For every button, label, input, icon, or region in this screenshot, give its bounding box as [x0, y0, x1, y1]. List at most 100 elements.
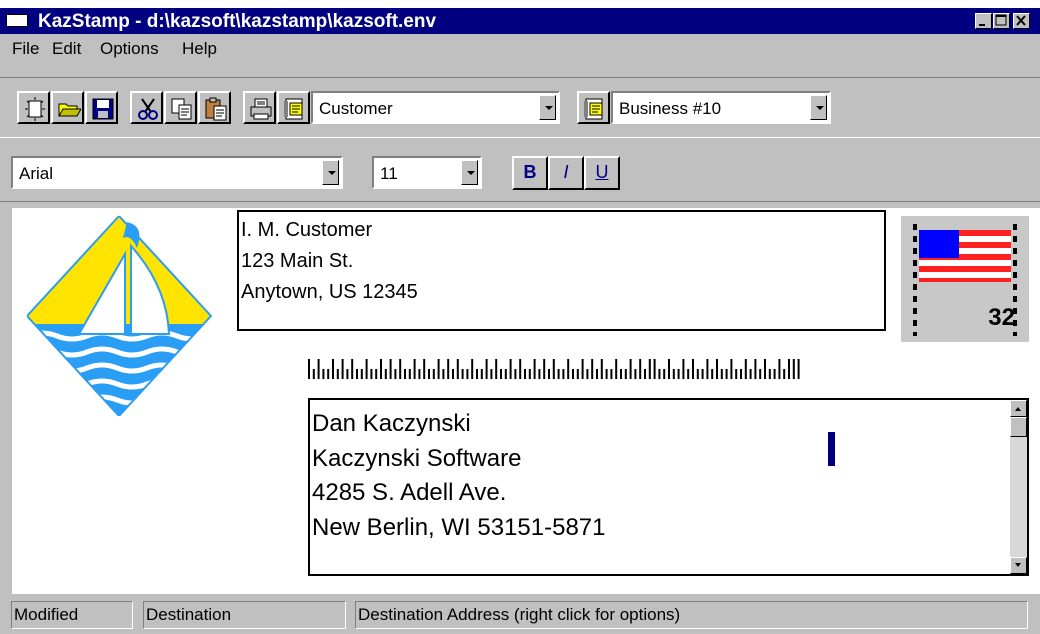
font-name-select[interactable]: Arial [11, 156, 343, 189]
barcode-bar [562, 369, 565, 379]
address-type-dropdown-button[interactable] [539, 95, 556, 120]
barcode-bar [404, 369, 406, 379]
barcode-bar [687, 369, 690, 379]
barcode-bar [351, 359, 354, 379]
barcode-bar [692, 359, 694, 379]
print-button[interactable] [243, 91, 276, 124]
barcode-bar [600, 359, 603, 379]
barcode-bar [543, 359, 546, 379]
barcode-bar [437, 359, 440, 379]
barcode-bar [476, 369, 478, 379]
barcode-bar [394, 369, 397, 379]
postage-stamp[interactable]: 32 [901, 216, 1029, 342]
menu-bar: File Edit Options Help [0, 34, 1040, 62]
save-button[interactable] [85, 91, 118, 124]
paste-button[interactable] [198, 91, 231, 124]
barcode-bar [461, 369, 464, 379]
title-bar[interactable]: KazStamp - d:\kazsoft\kazstamp\kazsoft.e… [0, 8, 1040, 34]
barcode-bar [668, 359, 670, 379]
scroll-up-button[interactable] [1010, 400, 1027, 417]
return-address-line: I. M. Customer [241, 219, 373, 241]
bold-button[interactable]: B [512, 156, 548, 190]
address-book-button[interactable] [277, 91, 310, 124]
barcode-bar [548, 369, 550, 379]
barcode-bar [706, 359, 709, 379]
font-size-dropdown-button[interactable] [461, 160, 478, 185]
envelope-canvas[interactable]: I. M. Customer 123 Main St. Anytown, US … [12, 208, 1040, 594]
new-button[interactable] [17, 91, 50, 124]
menu-options[interactable]: Options [100, 39, 159, 59]
barcode-bar [384, 369, 387, 379]
barcode-bar [624, 369, 627, 379]
cut-button[interactable] [130, 91, 163, 124]
menu-file[interactable]: File [12, 39, 39, 59]
destination-address-box[interactable]: Dan Kaczynski Kaczynski Software 4285 S.… [308, 398, 1029, 576]
barcode-bar [759, 369, 762, 379]
barcode-bar [408, 369, 411, 379]
close-icon [1016, 15, 1026, 26]
menu-edit[interactable]: Edit [52, 39, 81, 59]
barcode-bar [586, 369, 589, 379]
barcode-bar [341, 359, 344, 379]
barcode-bar [456, 359, 459, 379]
status-bar: Modified Destination Destination Address… [0, 594, 1040, 634]
barcode-bar [447, 359, 450, 379]
destination-address-line: 4285 S. Adell Ave. [312, 479, 507, 506]
open-button[interactable] [51, 91, 84, 124]
envelope-setup-button[interactable] [577, 91, 610, 124]
barcode-bar [567, 359, 570, 379]
font-size-select[interactable]: 11 [372, 156, 482, 189]
menu-edit-label: Edit [52, 39, 82, 58]
italic-label: I [563, 162, 569, 182]
envelope-size-dropdown-button[interactable] [810, 95, 827, 120]
barcode-bar [485, 359, 488, 379]
barcode-bar [634, 369, 637, 379]
scroll-thumb[interactable] [1010, 417, 1027, 437]
scroll-down-button[interactable] [1010, 557, 1027, 574]
italic-button[interactable]: I [548, 156, 584, 190]
open-folder-icon [58, 103, 81, 117]
envelope-size-value: Business #10 [619, 99, 722, 118]
system-menu-icon[interactable] [6, 14, 28, 27]
window-title: KazStamp - d:\kazsoft\kazstamp\kazsoft.e… [38, 11, 437, 32]
barcode-bar [764, 359, 766, 379]
screen-top-strip [0, 0, 1040, 8]
envelope-size-select[interactable]: Business #10 [611, 91, 831, 124]
destination-vertical-scrollbar[interactable] [1010, 400, 1027, 574]
barcode-bar [653, 359, 656, 379]
close-button[interactable] [1013, 13, 1030, 29]
barcode-bar [620, 369, 622, 379]
menu-help[interactable]: Help [182, 39, 217, 59]
barcode-bar [380, 359, 382, 379]
barcode-bar [783, 369, 786, 379]
barcode-bar [480, 369, 483, 379]
barcode-bar [332, 359, 334, 379]
maximize-button[interactable] [993, 13, 1010, 29]
barcode-bar [500, 369, 502, 379]
barcode-bar [346, 369, 349, 379]
barcode-bar [658, 369, 661, 379]
underline-button[interactable]: U [584, 156, 620, 190]
minimize-icon [979, 24, 985, 26]
copy-button[interactable] [164, 91, 197, 124]
barcode-bar [644, 369, 646, 379]
copy-icon [171, 98, 192, 120]
barcode-bar [572, 369, 574, 379]
menu-file-label: File [12, 39, 40, 58]
font-name-value: Arial [19, 164, 54, 183]
text-cursor [828, 432, 835, 466]
barcode-bar [495, 359, 498, 379]
minimize-button[interactable] [975, 13, 992, 29]
bold-label: B [523, 162, 537, 182]
kazstamp-window: KazStamp - d:\kazsoft\kazstamp\kazsoft.e… [0, 8, 1040, 634]
stamp-denomination: 32 [988, 304, 1015, 331]
main-toolbar: Customer Business #10 [0, 77, 1040, 138]
menu-help-label: Help [182, 39, 217, 58]
barcode-bar [356, 369, 358, 379]
return-address-box[interactable]: I. M. Customer 123 Main St. Anytown, US … [237, 210, 886, 331]
font-name-dropdown-button[interactable] [322, 160, 339, 185]
barcode-bar [471, 359, 474, 379]
barcode-bar [509, 359, 512, 379]
barcode-bar [725, 369, 728, 379]
address-type-select[interactable]: Customer [311, 91, 560, 124]
